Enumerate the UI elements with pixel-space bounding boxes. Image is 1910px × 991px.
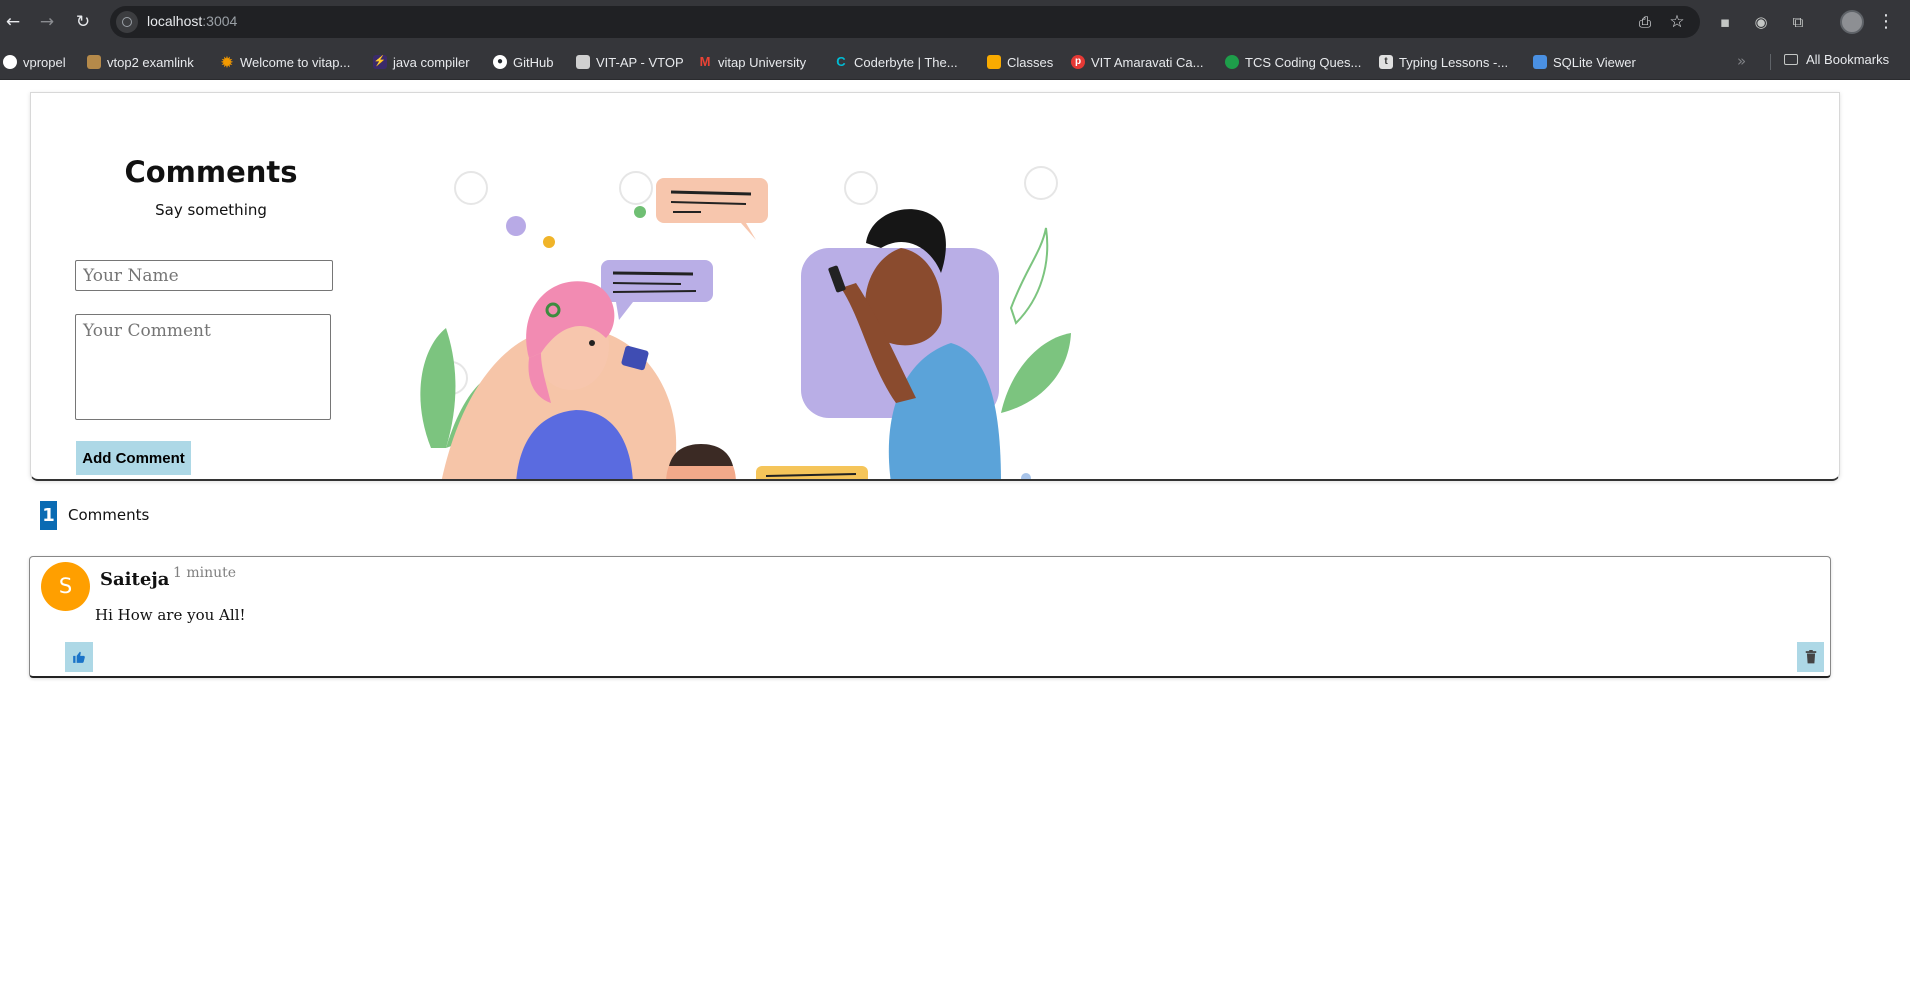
bookmark-item[interactable]: C Coderbyte | The... bbox=[834, 52, 958, 72]
install-app-icon[interactable]: ⎙ bbox=[1635, 12, 1655, 32]
comment-text: Hi How are you All! bbox=[95, 606, 246, 624]
github-icon: ● bbox=[493, 55, 507, 69]
bookmarks-bar: vpropel vtop2 examlink ✹ Welcome to vita… bbox=[0, 44, 1910, 80]
bolt-favicon-icon: ⚡ bbox=[373, 55, 387, 69]
bookmark-label: Classes bbox=[1007, 54, 1054, 70]
speech-bubble bbox=[601, 260, 713, 320]
bookmark-item[interactable]: SQLite Viewer bbox=[1533, 52, 1636, 72]
bookmark-label: GitHub bbox=[513, 54, 554, 70]
bookmark-item[interactable]: ⚡ java compiler bbox=[373, 52, 470, 72]
bookmark-label: SQLite Viewer bbox=[1553, 54, 1636, 70]
bookmark-item[interactable]: ● GitHub bbox=[493, 52, 553, 72]
url-host: localhost bbox=[147, 13, 203, 29]
image-favicon-icon bbox=[87, 55, 101, 69]
avatar: S bbox=[41, 562, 90, 611]
bookmark-item[interactable]: p VIT Amaravati Ca... bbox=[1071, 52, 1203, 72]
people-chatting-illustration bbox=[420, 166, 1071, 479]
name-input[interactable] bbox=[75, 260, 333, 291]
address-bar[interactable]: localhost:3004 ⎙ ☆ bbox=[110, 6, 1700, 38]
bookmark-item[interactable]: ✹ Welcome to vitap... bbox=[220, 52, 350, 72]
bookmark-label: Coderbyte | The... bbox=[854, 54, 958, 70]
delete-button[interactable] bbox=[1797, 642, 1824, 672]
url-text[interactable]: localhost:3004 bbox=[147, 13, 237, 29]
bookmark-label: VIT-AP - VTOP bbox=[596, 54, 684, 70]
all-bookmarks-label: All Bookmarks bbox=[1806, 52, 1890, 67]
document-favicon-icon bbox=[576, 55, 590, 69]
bookmark-item[interactable]: vpropel bbox=[3, 52, 66, 72]
bookmark-item[interactable]: TCS Coding Ques... bbox=[1225, 52, 1361, 72]
more-bookmarks-chevron-icon[interactable]: » bbox=[1737, 52, 1746, 70]
t-favicon-icon: t bbox=[1379, 55, 1393, 69]
comment-card: S Saiteja 1 minute Hi How are you All! bbox=[29, 556, 1831, 678]
bookmarks-divider bbox=[1770, 54, 1771, 70]
comment-count-badge: 1 bbox=[40, 500, 57, 530]
add-comment-button[interactable]: Add Comment bbox=[76, 441, 191, 475]
gmail-icon: M bbox=[699, 54, 711, 69]
speech-bubble bbox=[656, 178, 768, 240]
coderbyte-icon: C bbox=[836, 54, 846, 69]
comment-count-label: Comments bbox=[68, 506, 150, 524]
comment-author: Saiteja bbox=[100, 569, 170, 590]
bookmark-star-icon[interactable]: ☆ bbox=[1667, 12, 1687, 32]
forward-arrow-icon[interactable]: → bbox=[35, 10, 59, 34]
url-port: :3004 bbox=[202, 13, 238, 29]
child-figure bbox=[666, 444, 736, 479]
bookmark-label: VIT Amaravati Ca... bbox=[1091, 54, 1204, 70]
bookmark-label: java compiler bbox=[393, 54, 470, 70]
menu-dots-icon[interactable]: ⋮ bbox=[1876, 10, 1896, 34]
folder-icon bbox=[1784, 54, 1798, 65]
browser-toolbar: ← → ↻ localhost:3004 ⎙ ☆ ▪ ◉ ⧉ ⋮ bbox=[0, 0, 1910, 44]
bookmark-label: Typing Lessons -... bbox=[1399, 54, 1509, 70]
bookmark-label: vitap University bbox=[718, 54, 807, 70]
bookmark-item[interactable]: M vitap University bbox=[698, 52, 807, 72]
page-subtitle: Say something bbox=[155, 201, 267, 219]
sqlite-icon bbox=[1533, 55, 1547, 69]
classroom-icon bbox=[987, 55, 1001, 69]
comment-timestamp: 1 minute bbox=[173, 565, 237, 581]
extension-pin-icon[interactable]: ▪ bbox=[1714, 11, 1736, 33]
p-favicon-icon: p bbox=[1071, 55, 1085, 69]
bookmark-label: Welcome to vitap... bbox=[240, 54, 351, 70]
sun-favicon-icon: ✹ bbox=[221, 54, 233, 70]
bookmark-item[interactable]: Classes bbox=[987, 52, 1053, 72]
bookmark-label: TCS Coding Ques... bbox=[1245, 54, 1362, 70]
like-button[interactable] bbox=[65, 642, 93, 672]
reload-icon[interactable]: ↻ bbox=[71, 10, 95, 34]
circle-logo-icon bbox=[3, 55, 17, 69]
page-title: Comments bbox=[124, 155, 298, 189]
extensions-puzzle-icon[interactable]: ⧉ bbox=[1787, 11, 1809, 33]
site-info-icon[interactable] bbox=[116, 11, 138, 33]
extension-icon[interactable]: ◉ bbox=[1750, 11, 1772, 33]
thumbs-up-icon bbox=[73, 651, 85, 663]
bookmark-item[interactable]: VIT-AP - VTOP bbox=[576, 52, 684, 72]
comment-textarea[interactable] bbox=[75, 314, 331, 420]
bookmark-label: vtop2 examlink bbox=[107, 54, 194, 70]
all-bookmarks-button[interactable]: All Bookmarks bbox=[1784, 52, 1889, 67]
profile-avatar[interactable] bbox=[1840, 10, 1864, 34]
green-favicon-icon bbox=[1225, 55, 1239, 69]
bookmark-label: vpropel bbox=[23, 54, 66, 70]
trash-icon bbox=[1805, 650, 1816, 664]
back-arrow-icon[interactable]: ← bbox=[1, 10, 25, 34]
comment-form-section: Comments Say something Add Comment bbox=[30, 92, 1840, 481]
comment-count-row: 1 Comments bbox=[40, 500, 149, 530]
bookmark-item[interactable]: t Typing Lessons -... bbox=[1379, 52, 1508, 72]
bookmark-item[interactable]: vtop2 examlink bbox=[87, 52, 194, 72]
